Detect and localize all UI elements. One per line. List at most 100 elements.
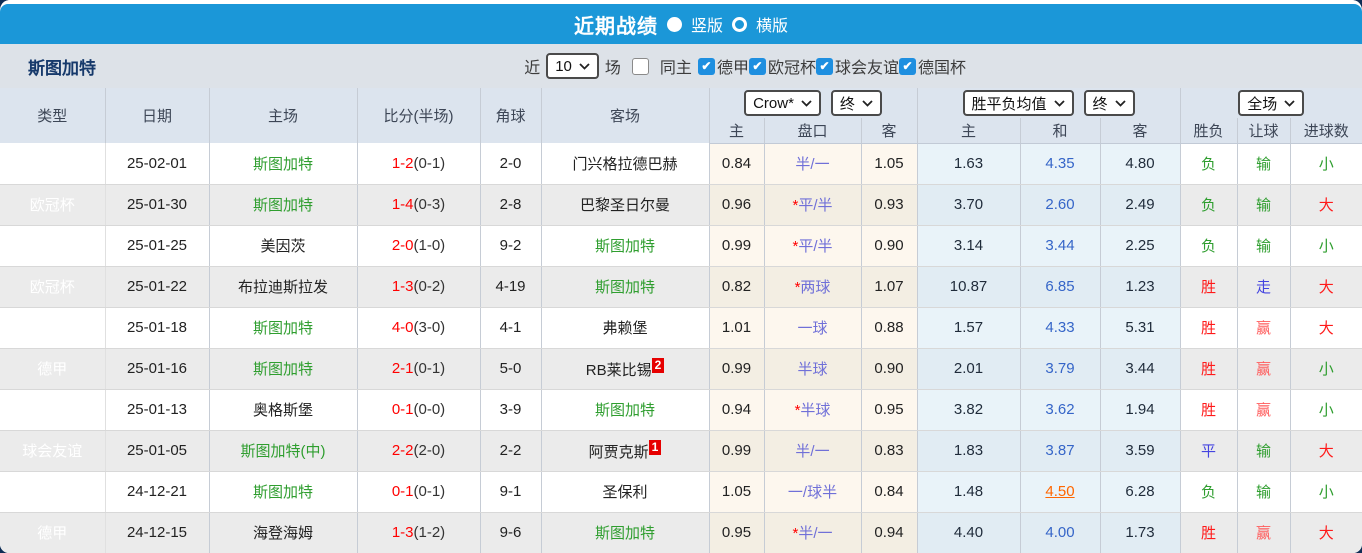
- filter-controls: 近 10 场 同主 ✔ 德甲 ✔ 欧冠杯 ✔ 球会友谊 ✔ 德国杯: [518, 53, 966, 79]
- avg-draw-odds-value[interactable]: 4.50: [1045, 483, 1074, 500]
- bookmaker-select[interactable]: Crow*: [744, 90, 821, 116]
- period-scope-select[interactable]: 全场: [1238, 90, 1305, 116]
- score-cell: 2-2(2-0): [357, 430, 481, 472]
- result-handicap-cell: 赢: [1237, 348, 1291, 390]
- home-team-name: 斯图加特: [252, 484, 313, 501]
- result-handicap: 赢: [1256, 402, 1272, 419]
- result-wdl-cell: 胜: [1180, 348, 1238, 390]
- horizontal-layout-label[interactable]: 横版: [756, 12, 788, 36]
- table-header: 类型 日期 主场 比分(半场) 角球 客场 Crow* 终 胜平负均值 终 全场…: [0, 88, 1362, 144]
- odds-period-value: 终: [839, 95, 855, 113]
- league-filter-dejia[interactable]: ✔ 德甲: [697, 54, 749, 78]
- away-team-name: RB莱比锡: [585, 361, 652, 379]
- half-time-score: (0-3): [413, 196, 446, 213]
- filter-bar: 斯图加特 近 10 场 同主 ✔ 德甲 ✔ 欧冠杯 ✔ 球会友谊 ✔ 德国杯: [0, 44, 1362, 88]
- same-home-label: 同主: [659, 60, 692, 77]
- result-handicap-cell: 输: [1237, 471, 1291, 513]
- odds-period-select[interactable]: 终: [830, 90, 882, 116]
- avg-home-odds-cell: 1.48: [917, 471, 1021, 513]
- league-filter-label: 德甲: [716, 60, 749, 77]
- checkbox-checked-icon[interactable]: ✔: [898, 57, 916, 75]
- league-filter-ouguanbei[interactable]: ✔ 欧冠杯: [748, 54, 816, 78]
- handicap-cell: *两球: [764, 266, 862, 308]
- corners-cell: 9-2: [480, 225, 542, 267]
- result-handicap: 赢: [1256, 361, 1272, 378]
- match-date: 25-01-30: [105, 184, 210, 226]
- league-filter-qiuhuiyouyi[interactable]: ✔ 球会友谊: [815, 54, 899, 78]
- checkbox-checked-icon[interactable]: ✔: [697, 57, 715, 75]
- horizontal-layout-radio[interactable]: [732, 16, 747, 32]
- away-team-name: 斯图加特: [594, 402, 655, 419]
- corners-cell: 4-19: [480, 266, 542, 308]
- result-wdl: 负: [1201, 238, 1217, 255]
- result-wdl-cell: 负: [1180, 184, 1238, 226]
- avg-draw-odds-value[interactable]: 2.60: [1045, 196, 1074, 213]
- score-cell: 1-2(0-1): [357, 143, 481, 185]
- home-team: 美因茨: [209, 225, 358, 267]
- away-team-name: 斯图加特: [594, 525, 655, 542]
- odds-away-cell: 0.94: [861, 512, 918, 553]
- league-badge: 德甲: [0, 348, 106, 390]
- avg-draw-odds-cell: 2.60: [1020, 184, 1101, 226]
- odds-away-cell: 0.83: [861, 430, 918, 472]
- avg-away-odds-cell: 5.31: [1100, 307, 1181, 349]
- result-handicap: 赢: [1256, 320, 1272, 337]
- avg-draw-odds-value[interactable]: 3.87: [1045, 442, 1074, 459]
- odds-away-cell: 0.93: [861, 184, 918, 226]
- chevron-down-icon: [1053, 99, 1065, 107]
- team-name: 斯图加特: [28, 58, 96, 78]
- home-team-name: 斯图加特: [252, 361, 313, 378]
- avg-period-select[interactable]: 终: [1083, 90, 1135, 116]
- odds-home-cell: 0.82: [709, 266, 765, 308]
- subheader-avg-home: 主: [917, 118, 1021, 144]
- table-row: 德甲 25-01-13 奥格斯堡 0-1(0-0) 3-9 斯图加特 0.94 …: [0, 389, 1362, 431]
- home-team-name: 斯图加特(中): [240, 443, 326, 460]
- result-wdl-cell: 胜: [1180, 512, 1238, 553]
- league-badge: 德甲: [0, 307, 106, 349]
- avg-draw-odds-value[interactable]: 4.33: [1045, 319, 1074, 336]
- away-team: 弗赖堡: [541, 307, 710, 349]
- avg-draw-odds-cell: 4.50: [1020, 471, 1101, 513]
- odds-away-cell: 1.05: [861, 143, 918, 185]
- result-handicap-cell: 输: [1237, 225, 1291, 267]
- column-header-score: 比分(半场): [357, 88, 481, 143]
- match-date: 25-01-16: [105, 348, 210, 390]
- match-count-select[interactable]: 10: [546, 53, 599, 79]
- match-date: 24-12-15: [105, 512, 210, 553]
- vertical-layout-label[interactable]: 竖版: [691, 12, 723, 36]
- result-goals: 大: [1318, 279, 1334, 296]
- score-cell: 2-1(0-1): [357, 348, 481, 390]
- avg-draw-odds-cell: 4.00: [1020, 512, 1101, 553]
- away-team: RB莱比锡 2: [541, 348, 710, 390]
- same-home-checkbox[interactable]: [631, 57, 649, 75]
- subheader-odds-home: 主: [709, 118, 765, 144]
- odds-away-cell: 0.84: [861, 471, 918, 513]
- avg-draw-odds-value[interactable]: 3.79: [1045, 360, 1074, 377]
- avg-home-odds-cell: 1.83: [917, 430, 1021, 472]
- corners-cell: 2-2: [480, 430, 542, 472]
- avg-away-odds-cell: 1.94: [1100, 389, 1181, 431]
- match-date: 25-01-22: [105, 266, 210, 308]
- handicap-line: 半/一: [795, 443, 830, 460]
- checkbox-checked-icon[interactable]: ✔: [815, 57, 833, 75]
- half-time-score: (0-0): [413, 401, 446, 418]
- avg-draw-odds-value[interactable]: 4.00: [1045, 524, 1074, 541]
- avg-odds-select[interactable]: 胜平负均值: [962, 90, 1074, 116]
- league-filter-label: 球会友谊: [834, 60, 899, 77]
- result-handicap-cell: 赢: [1237, 307, 1291, 349]
- chevron-down-icon: [579, 62, 590, 70]
- league-filter-deguobei[interactable]: ✔ 德国杯: [898, 54, 966, 78]
- result-goals-cell: 小: [1290, 348, 1362, 390]
- avg-draw-odds-value[interactable]: 6.85: [1045, 278, 1074, 295]
- league-badge: 德甲: [0, 225, 106, 267]
- home-team-name: 海登海姆: [252, 525, 313, 542]
- vertical-layout-radio[interactable]: [666, 16, 682, 32]
- handicap-cell: *半/一: [764, 512, 862, 553]
- odds-group-header: Crow* 终: [709, 88, 918, 118]
- column-header-corners: 角球: [480, 88, 542, 143]
- avg-draw-odds-value[interactable]: 4.35: [1045, 155, 1074, 172]
- checkbox-checked-icon[interactable]: ✔: [748, 57, 766, 75]
- avg-draw-odds-value[interactable]: 3.44: [1045, 237, 1074, 254]
- red-card-badge: 2: [651, 357, 665, 373]
- avg-draw-odds-value[interactable]: 3.62: [1045, 401, 1074, 418]
